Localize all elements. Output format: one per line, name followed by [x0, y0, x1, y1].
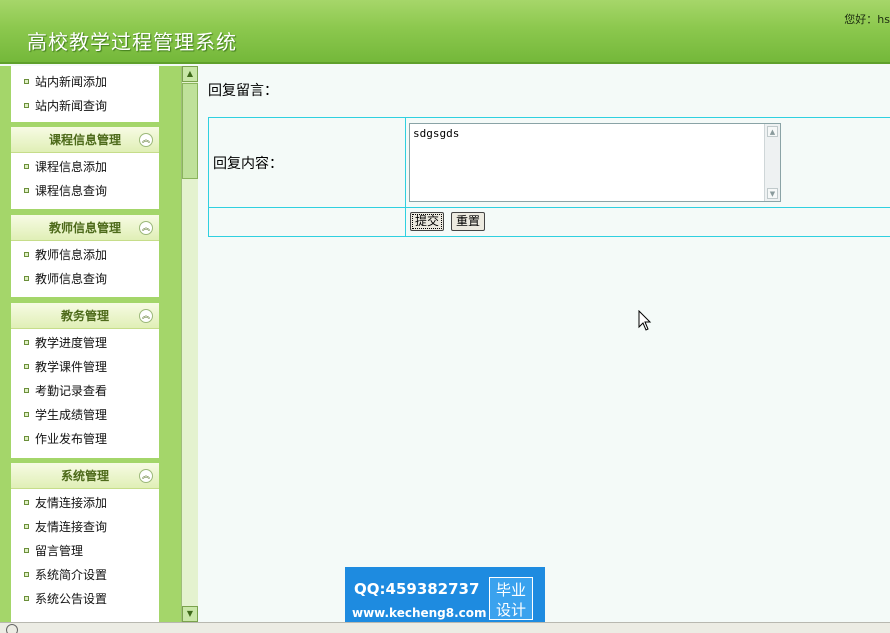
submit-button[interactable]: 提交 — [410, 212, 445, 231]
watermark-url: www.kecheng8.com — [352, 606, 487, 620]
scroll-thumb[interactable] — [182, 83, 198, 179]
collapse-icon[interactable]: ︽ — [139, 133, 153, 147]
sidebar-group-teacher: 教师信息管理 ︽ 教师信息添加 教师信息查询 — [11, 215, 159, 297]
bullet-icon — [24, 103, 29, 108]
reply-textarea[interactable]: sdgsgds ▲ ▼ — [409, 123, 781, 202]
collapse-icon[interactable]: ︽ — [139, 469, 153, 483]
scroll-up-arrow-icon[interactable]: ▲ — [182, 66, 198, 82]
bullet-icon — [24, 388, 29, 393]
sidebar-item-teacher-add[interactable]: 教师信息添加 — [11, 243, 159, 267]
sidebar-item-course-query[interactable]: 课程信息查询 — [11, 179, 159, 203]
sidebar-group-system: 系统管理 ︽ 友情连接添加 友情连接查询 留言管理 系统简介设置 系统公告设置 — [11, 463, 159, 622]
status-bar — [0, 622, 890, 633]
empty-cell — [208, 207, 406, 237]
watermark-banner: QQ:459382737 www.kecheng8.com 毕业 设计 — [345, 567, 545, 627]
bullet-icon — [24, 340, 29, 345]
sidebar-item-news-query[interactable]: 站内新闻查询 — [11, 94, 159, 118]
bullet-icon — [24, 276, 29, 281]
sidebar-group-course: 课程信息管理 ︽ 课程信息添加 课程信息查询 — [11, 127, 159, 209]
button-cell: 提交 重置 — [405, 207, 890, 237]
sidebar-item-intro[interactable]: 系统简介设置 — [11, 563, 159, 587]
reset-button[interactable]: 重置 — [451, 212, 486, 231]
scroll-up-arrow-icon[interactable]: ▲ — [767, 126, 778, 137]
watermark-qq: QQ:459382737 — [354, 580, 480, 598]
sidebar: 站内新闻添加 站内新闻查询 课程信息管理 ︽ 课程信息添加 课程信息查询 教师信… — [0, 66, 181, 622]
sidebar-item-progress[interactable]: 教学进度管理 — [11, 331, 159, 355]
bullet-icon — [24, 572, 29, 577]
watermark-badge: 毕业 设计 — [489, 577, 533, 620]
scroll-down-arrow-icon[interactable]: ▼ — [767, 188, 778, 199]
sidebar-group-header[interactable]: 系统管理 ︽ — [11, 463, 159, 489]
sidebar-group-academic: 教务管理 ︽ 教学进度管理 教学课件管理 考勤记录查看 学生成绩管理 作业发布管… — [11, 303, 159, 458]
sidebar-item-attendance[interactable]: 考勤记录查看 — [11, 379, 159, 403]
reply-label: 回复内容： — [208, 117, 406, 208]
group-title: 课程信息管理 — [48, 133, 121, 147]
sidebar-item-link-add[interactable]: 友情连接添加 — [11, 491, 159, 515]
page-title: 回复留言： — [208, 83, 278, 99]
bullet-icon — [24, 364, 29, 369]
reply-form: 回复内容： sdgsgds ▲ ▼ 提交 重置 — [208, 117, 890, 237]
bullet-icon — [24, 188, 29, 193]
sidebar-item-teacher-query[interactable]: 教师信息查询 — [11, 267, 159, 291]
scroll-down-arrow-icon[interactable]: ▼ — [182, 606, 198, 622]
textarea-scrollbar[interactable]: ▲ ▼ — [764, 124, 780, 201]
sidebar-item-courseware[interactable]: 教学课件管理 — [11, 355, 159, 379]
app-title: 高校教学过程管理系统 — [27, 30, 237, 54]
sidebar-group-header[interactable]: 课程信息管理 ︽ — [11, 127, 159, 153]
globe-icon — [6, 624, 18, 633]
app-header: 高校教学过程管理系统 您好：hs — [0, 0, 890, 64]
sidebar-group-header[interactable]: 教师信息管理 ︽ — [11, 215, 159, 241]
bullet-icon — [24, 79, 29, 84]
bullet-icon — [24, 596, 29, 601]
sidebar-item-messages[interactable]: 留言管理 — [11, 539, 159, 563]
sidebar-item-homework[interactable]: 作业发布管理 — [11, 427, 159, 451]
bullet-icon — [24, 252, 29, 257]
main-content: 回复留言： 回复内容： sdgsgds ▲ ▼ 提交 重置 — [199, 66, 890, 622]
mouse-cursor-icon — [638, 310, 652, 331]
sidebar-item-news-add[interactable]: 站内新闻添加 — [11, 70, 159, 94]
sidebar-item-notice[interactable]: 系统公告设置 — [11, 587, 159, 611]
collapse-icon[interactable]: ︽ — [139, 221, 153, 235]
group-title: 教师信息管理 — [48, 221, 121, 235]
sidebar-item-grades[interactable]: 学生成绩管理 — [11, 403, 159, 427]
bullet-icon — [24, 164, 29, 169]
bullet-icon — [24, 548, 29, 553]
bullet-icon — [24, 412, 29, 417]
reply-field-cell: sdgsgds ▲ ▼ — [405, 117, 890, 208]
sidebar-group-header[interactable]: 教务管理 ︽ — [11, 303, 159, 329]
bullet-icon — [24, 524, 29, 529]
sidebar-item-course-add[interactable]: 课程信息添加 — [11, 155, 159, 179]
sidebar-scrollbar[interactable]: ▲ ▼ — [181, 66, 198, 622]
sidebar-group-news: 站内新闻添加 站内新闻查询 — [11, 66, 159, 122]
group-title: 系统管理 — [60, 469, 109, 483]
bullet-icon — [24, 500, 29, 505]
bullet-icon — [24, 436, 29, 441]
user-greeting: 您好：hs — [844, 13, 890, 26]
collapse-icon[interactable]: ︽ — [139, 309, 153, 323]
badge-line-2: 设计 — [495, 601, 526, 619]
badge-line-1: 毕业 — [495, 581, 526, 599]
reply-text: sdgsgds — [413, 127, 460, 140]
group-title: 教务管理 — [60, 309, 109, 323]
sidebar-item-link-query[interactable]: 友情连接查询 — [11, 515, 159, 539]
